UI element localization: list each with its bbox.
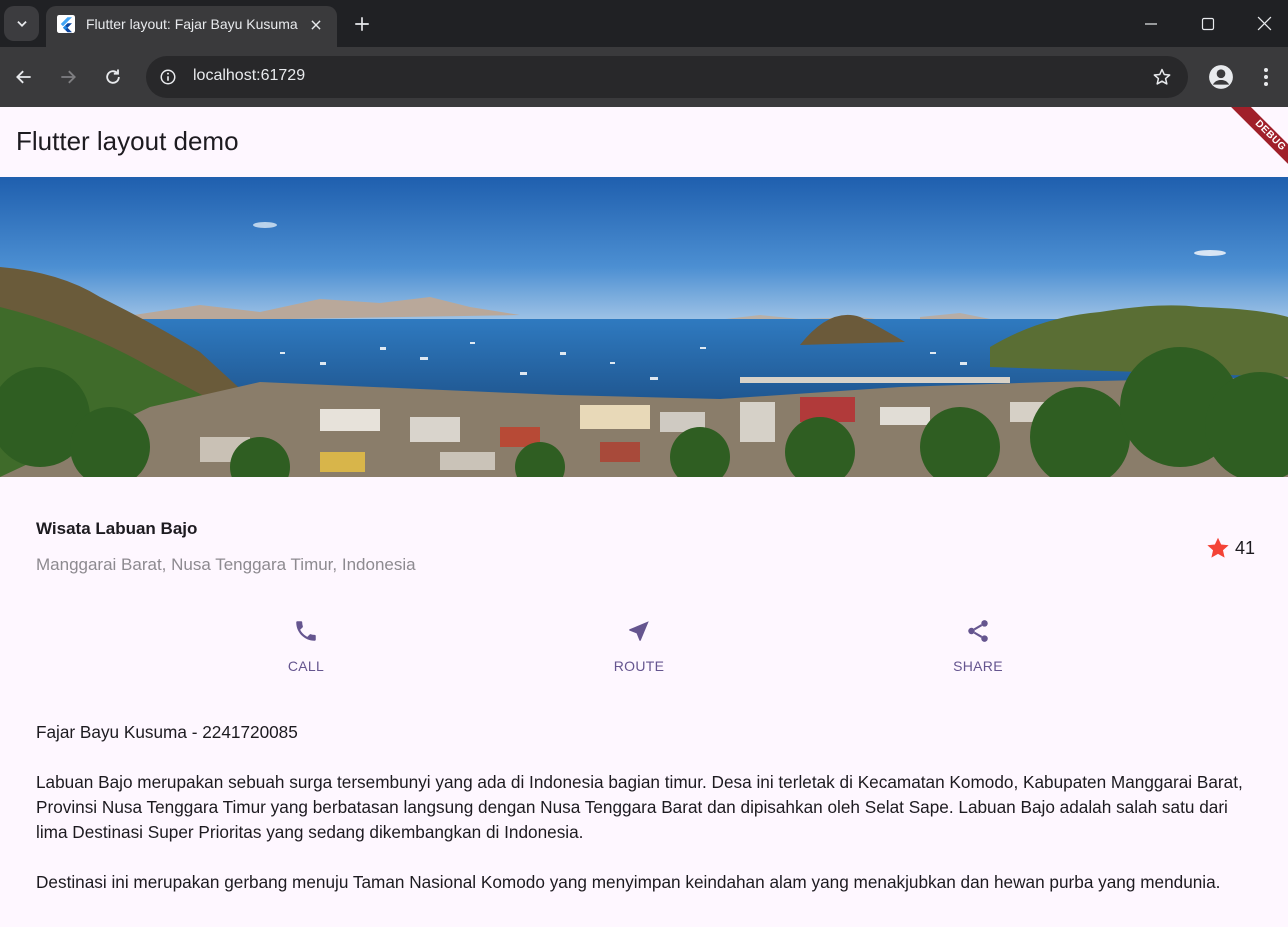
route-button[interactable]: ROUTE — [589, 618, 689, 674]
profile-button[interactable] — [1206, 62, 1236, 92]
browser-tab[interactable]: Flutter layout: Fajar Bayu Kusuma — [46, 6, 337, 47]
browser-toolbar: localhost:61729 — [0, 47, 1288, 107]
phone-icon — [296, 621, 316, 641]
app-title: Flutter layout demo — [16, 126, 239, 156]
account-icon — [1209, 65, 1233, 89]
description-paragraph-1: Labuan Bajo merupakan sebuah surga terse… — [36, 772, 1243, 842]
hero-image — [0, 177, 1288, 477]
browser-tab-bar: Flutter layout: Fajar Bayu Kusuma — [0, 0, 1288, 47]
minimize-button[interactable] — [1122, 0, 1179, 47]
route-label: ROUTE — [613, 658, 665, 674]
url-text[interactable]: localhost:61729 — [193, 67, 305, 85]
share-button[interactable]: SHARE — [928, 618, 1028, 674]
debug-label: DEBUG — [1229, 107, 1288, 177]
place-title: Wisata Labuan Bajo — [36, 519, 198, 538]
browser-menu-button[interactable] — [1253, 62, 1279, 92]
call-button[interactable]: CALL — [256, 618, 356, 674]
arrow-left-icon — [16, 70, 31, 84]
share-label: SHARE — [953, 658, 1003, 674]
star-outline-icon — [1153, 68, 1171, 85]
description-paragraph-2: Destinasi ini merupakan gerbang menuju T… — [36, 872, 1221, 892]
arrow-right-icon — [61, 70, 76, 84]
close-window-button[interactable] — [1236, 0, 1288, 47]
chevron-down-icon — [16, 20, 27, 27]
place-location: Manggarai Barat, Nusa Tenggara Timur, In… — [36, 555, 416, 574]
debug-banner: DEBUG — [1218, 107, 1288, 177]
maximize-button[interactable] — [1179, 0, 1236, 47]
tab-title: Flutter layout: Fajar Bayu Kusuma — [86, 16, 298, 32]
tab-close-button[interactable] — [305, 14, 327, 36]
plus-icon — [355, 17, 369, 31]
rating: 41 — [1205, 535, 1255, 561]
flutter-logo-icon — [57, 15, 75, 33]
minimize-icon — [1144, 22, 1157, 25]
info-icon — [160, 69, 176, 85]
near-me-icon — [629, 621, 649, 641]
address-bar[interactable]: localhost:61729 — [146, 56, 1188, 98]
star-icon — [1207, 537, 1229, 558]
site-info-button[interactable] — [154, 63, 182, 91]
reload-button[interactable] — [98, 62, 128, 92]
rating-count: 41 — [1235, 537, 1256, 558]
share-icon — [968, 620, 988, 642]
tab-search-button[interactable] — [4, 6, 39, 41]
close-icon — [1257, 16, 1272, 31]
close-icon — [311, 20, 321, 30]
bookmark-button[interactable] — [1150, 65, 1174, 89]
new-tab-button[interactable] — [348, 10, 376, 38]
app-bar: Flutter layout demo — [0, 107, 1288, 177]
description-section: Fajar Bayu Kusuma - 2241720085 Labuan Ba… — [36, 720, 1256, 920]
reload-icon — [106, 69, 120, 84]
maximize-icon — [1201, 17, 1214, 30]
author-line: Fajar Bayu Kusuma - 2241720085 — [36, 722, 298, 742]
title-section: Wisata Labuan Bajo Manggarai Barat, Nusa… — [36, 519, 416, 574]
forward-button[interactable] — [53, 62, 83, 92]
call-label: CALL — [287, 658, 325, 674]
back-button[interactable] — [9, 62, 39, 92]
more-vert-icon — [1264, 68, 1268, 86]
